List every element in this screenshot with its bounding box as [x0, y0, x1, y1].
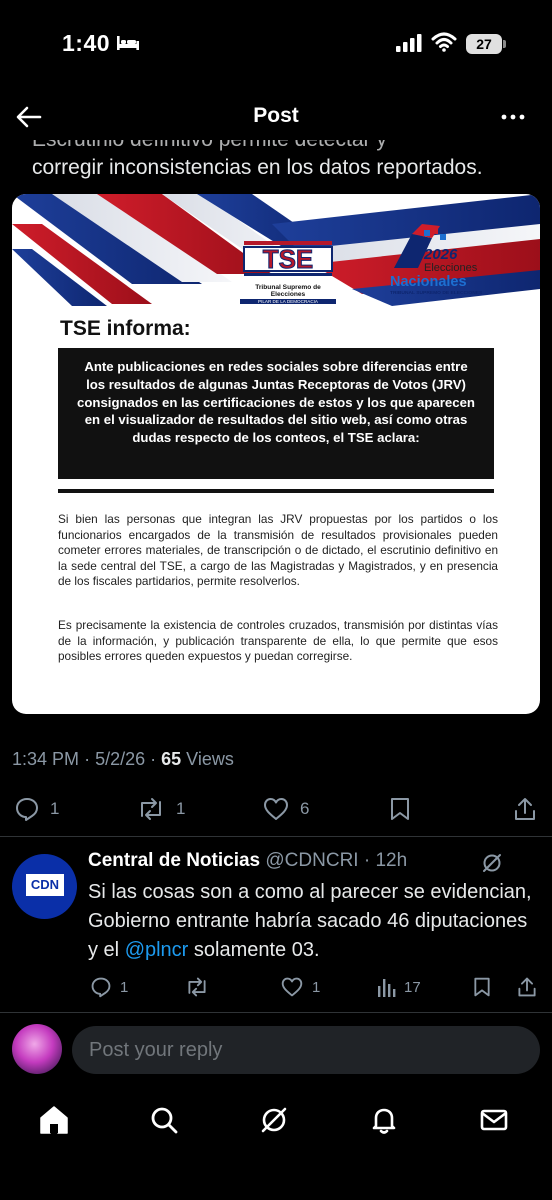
reply-action-row: 1 1 17 — [0, 972, 552, 1002]
search-icon — [151, 1107, 178, 1134]
grok-icon — [261, 1107, 287, 1133]
bookmark-button[interactable] — [388, 796, 412, 822]
reply-bookmark-button[interactable] — [472, 976, 492, 998]
analytics-icon — [378, 979, 396, 997]
avatar[interactable] — [12, 1024, 62, 1074]
wifi-icon — [431, 32, 457, 52]
svg-text:TSE: TSE — [263, 244, 314, 274]
views-count: 65 — [161, 749, 182, 769]
tse-boxed-statement: Ante publicaciones en redes sociales sob… — [58, 348, 494, 479]
tab-grok[interactable] — [254, 1100, 294, 1140]
repost-count: 1 — [176, 799, 186, 818]
reply-reply-button[interactable]: 1 — [90, 976, 128, 998]
tse-paragraph-1: Si bien las personas que integran las JR… — [58, 512, 498, 589]
meta-dot: · — [84, 749, 96, 769]
reply-button[interactable]: 1 — [14, 796, 59, 822]
top-bar: Post — [0, 92, 552, 142]
reply-reply-count: 1 — [120, 978, 129, 996]
reply-like-count: 1 — [312, 978, 321, 996]
meta-dot: · — [363, 850, 371, 871]
views-label: Views — [186, 749, 234, 769]
meta-dot: · — [150, 749, 162, 769]
reply-repost-button[interactable] — [184, 976, 210, 998]
tab-search[interactable] — [144, 1100, 184, 1140]
tse-divider-rule — [58, 489, 494, 493]
like-button[interactable]: 6 — [262, 796, 309, 822]
battery-icon: 27 — [466, 34, 502, 54]
repost-button[interactable]: 1 — [136, 796, 185, 822]
status-bar: 1:40 27 — [0, 0, 552, 92]
grok-icon[interactable] — [481, 852, 503, 874]
mention-link[interactable]: @plncr — [125, 939, 189, 961]
tweet-meta: 1:34 PM · 5/2/26 · 65 Views — [12, 749, 234, 770]
reply-text: Si las cosas son a como al parecer se ev… — [88, 881, 532, 961]
tweet-time: 1:34 PM — [12, 749, 80, 769]
divider — [0, 1012, 552, 1013]
page-title: Post — [253, 104, 299, 127]
more-icon[interactable] — [498, 102, 528, 132]
bookmark-icon — [474, 977, 490, 997]
tse-paragraph-2: Es precisamente la existencia de control… — [58, 618, 498, 664]
messages-icon — [480, 1109, 508, 1131]
reply-author-handle[interactable]: @CDNCRI — [265, 850, 358, 871]
tab-messages[interactable] — [474, 1100, 514, 1140]
heart-icon — [264, 798, 288, 820]
share-icon — [518, 977, 536, 997]
tse-informa-heading: TSE informa: — [60, 317, 191, 340]
reply-icon — [91, 977, 111, 998]
like-count: 6 — [300, 799, 310, 818]
divider — [0, 836, 552, 837]
tse-logo-name: Tribunal Supremo de Elecciones — [255, 284, 321, 298]
elections-year: 2026 — [424, 246, 458, 263]
elections-national: Nacionales — [390, 274, 467, 290]
reply-input[interactable] — [72, 1026, 540, 1074]
elecciones-2026-logo: 2026 Elecciones Nacionales TRIBUNAL SUPR… — [388, 224, 488, 296]
status-time: 1:40 — [62, 30, 111, 56]
home-icon — [40, 1106, 68, 1134]
avatar[interactable]: CDN — [12, 854, 77, 919]
elections-org: TRIBUNAL SUPREMO DE ELECCIONES — [390, 291, 483, 296]
tweet-action-row: 1 1 6 — [0, 788, 552, 828]
reply-time: 12h — [375, 850, 408, 871]
reply-count: 1 — [50, 799, 60, 818]
tweet-text: Escrutinio definitivo permite detectar y… — [32, 140, 532, 182]
battery-nub — [503, 40, 506, 48]
reply-like-button[interactable]: 1 — [280, 976, 320, 998]
reply-icon — [16, 798, 38, 821]
tse-emblem-icon: TSE — [243, 241, 333, 276]
share-icon — [515, 798, 535, 820]
reply-header: Central de Noticias @CDNCRI · 12h — [88, 850, 407, 872]
tweet-image[interactable]: TSE Tribunal Supremo de Elecciones PILAR… — [12, 194, 540, 714]
bed-icon — [117, 36, 139, 50]
reply-author-name[interactable]: Central de Noticias — [88, 850, 260, 871]
share-button[interactable] — [512, 796, 538, 822]
repost-icon — [141, 798, 161, 820]
bottom-tab-bar — [0, 1086, 552, 1200]
notifications-icon — [372, 1108, 396, 1134]
cdn-avatar-label: CDN — [26, 874, 64, 896]
tse-logo-tagline: PILAR DE LA DEMOCRACIA — [240, 299, 336, 304]
reply-views-button[interactable]: 17 — [376, 976, 421, 998]
reply-tweet[interactable]: CDN Central de Noticias @CDNCRI · 12h Si… — [0, 838, 552, 1008]
tab-notifications[interactable] — [364, 1100, 404, 1140]
tweet-date: 5/2/26 — [95, 749, 146, 769]
reply-share-button[interactable] — [516, 976, 538, 998]
tse-logo: TSE Tribunal Supremo de Elecciones PILAR… — [240, 239, 336, 304]
tweet-text-clipped-line: Escrutinio definitivo permite detectar y — [32, 140, 532, 154]
signal-icon — [396, 34, 422, 52]
heart-icon — [281, 977, 303, 997]
elections-word: Elecciones — [424, 262, 478, 274]
reply-views-count: 17 — [404, 978, 421, 996]
repost-icon — [188, 977, 206, 997]
tab-home[interactable] — [34, 1100, 74, 1140]
reply-composer — [0, 1016, 552, 1086]
bookmark-icon — [391, 798, 409, 820]
tweet-text-line: corregir inconsistencias en los datos re… — [32, 156, 483, 179]
